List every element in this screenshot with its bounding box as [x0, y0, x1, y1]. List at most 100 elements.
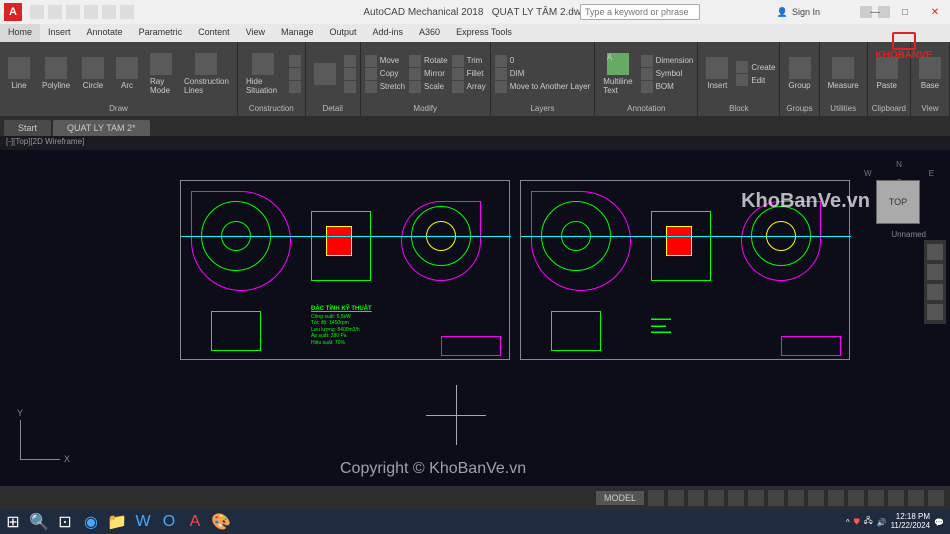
move-button[interactable]: Move: [365, 55, 405, 67]
clock-date[interactable]: 11/22/2024: [891, 522, 930, 531]
maximize-button[interactable]: □: [890, 2, 920, 22]
ortho-toggle[interactable]: [688, 490, 704, 506]
autocad-task-icon[interactable]: A: [182, 511, 208, 533]
customize-icon[interactable]: [928, 490, 944, 506]
arc-icon: [116, 57, 138, 79]
units-toggle[interactable]: [888, 490, 904, 506]
tab-parametric[interactable]: Parametric: [131, 24, 191, 42]
measure-button[interactable]: Measure: [824, 55, 863, 92]
nav-zoom-icon[interactable]: [927, 284, 943, 300]
layer-dd[interactable]: 0: [495, 55, 591, 67]
tab-home[interactable]: Home: [0, 24, 40, 42]
ray-button[interactable]: Ray Mode: [146, 51, 176, 97]
copy-button[interactable]: Copy: [365, 68, 405, 80]
create-block-button[interactable]: Create: [736, 61, 775, 73]
qat-print-icon[interactable]: [120, 5, 134, 19]
detail-button[interactable]: [310, 61, 340, 87]
otrack-toggle[interactable]: [748, 490, 764, 506]
qat-save-icon[interactable]: [66, 5, 80, 19]
symbol-button[interactable]: Symbol: [641, 68, 694, 80]
panel-detail: Detail: [306, 42, 361, 116]
grid-toggle[interactable]: [648, 490, 664, 506]
cycling-toggle[interactable]: [808, 490, 824, 506]
viewcube-label[interactable]: Unnamed: [891, 230, 926, 239]
tray-network-icon[interactable]: 🖧: [864, 515, 873, 529]
scale-button[interactable]: Scale: [409, 81, 448, 93]
qat-undo-icon[interactable]: [84, 5, 98, 19]
lwt-toggle[interactable]: [768, 490, 784, 506]
tab-annotate[interactable]: Annotate: [79, 24, 131, 42]
tab-a360[interactable]: A360: [411, 24, 448, 42]
tab-addins[interactable]: Add-ins: [365, 24, 412, 42]
qat-open-icon[interactable]: [48, 5, 62, 19]
snap-toggle[interactable]: [668, 490, 684, 506]
explorer-icon[interactable]: 📁: [104, 511, 130, 533]
viewport-label[interactable]: [-][Top][2D Wireframe]: [0, 136, 950, 150]
dim-button[interactable]: Dimension: [641, 55, 694, 67]
workspace-toggle[interactable]: [848, 490, 864, 506]
paint-icon[interactable]: 🎨: [208, 511, 234, 533]
osnap-toggle[interactable]: [728, 490, 744, 506]
stretch-button[interactable]: Stretch: [365, 81, 405, 93]
minimize-button[interactable]: —: [860, 2, 890, 22]
word-icon[interactable]: W: [130, 511, 156, 533]
search-icon[interactable]: 🔍: [26, 511, 52, 533]
nav-orbit-icon[interactable]: [927, 304, 943, 320]
viewcube[interactable]: TOP: [876, 180, 920, 224]
nav-pan-icon[interactable]: [927, 264, 943, 280]
tray-shield-icon[interactable]: ⛊: [854, 517, 860, 527]
mtext-button[interactable]: AMultiline Text: [599, 51, 636, 97]
dim-layer[interactable]: DIM: [495, 68, 591, 80]
move-layer-button[interactable]: Move to Another Layer: [495, 81, 591, 93]
circle-button[interactable]: Circle: [78, 55, 108, 92]
signin-button[interactable]: 👤Sign In: [777, 7, 820, 18]
trim-button[interactable]: Trim: [452, 55, 486, 67]
search-input[interactable]: [580, 4, 700, 20]
tab-output[interactable]: Output: [322, 24, 365, 42]
anno-toggle[interactable]: [828, 490, 844, 506]
tab-start[interactable]: Start: [4, 120, 51, 136]
tab-document[interactable]: QUAT LY TAM 2*: [53, 120, 150, 136]
app-icon[interactable]: A: [4, 3, 22, 21]
rotate-button[interactable]: Rotate: [409, 55, 448, 67]
outlook-icon[interactable]: O: [156, 511, 182, 533]
qat-new-icon[interactable]: [30, 5, 44, 19]
const-opt[interactable]: [289, 68, 301, 80]
tab-content[interactable]: Content: [190, 24, 238, 42]
bom-button[interactable]: BOM: [641, 81, 694, 93]
const-opt[interactable]: [289, 81, 301, 93]
tray-chevron-icon[interactable]: ^: [846, 518, 850, 527]
fillet-button[interactable]: Fillet: [452, 68, 486, 80]
edit-block-button[interactable]: Edit: [736, 74, 775, 86]
space-indicator[interactable]: MODEL: [596, 491, 644, 505]
drawing-canvas[interactable]: ĐẶC TÍNH KỸ THUẬT Công suất: 5,5kWTốc độ…: [0, 150, 950, 490]
quickprops[interactable]: [908, 490, 924, 506]
xline-button[interactable]: Construction Lines: [180, 51, 233, 97]
tab-express[interactable]: Express Tools: [448, 24, 520, 42]
hide-button[interactable]: Hide Situation: [242, 51, 285, 97]
mirror-button[interactable]: Mirror: [409, 68, 448, 80]
close-button[interactable]: ✕: [920, 2, 950, 22]
tray-volume-icon[interactable]: 🔊: [877, 518, 887, 527]
taskview-icon[interactable]: ⊡: [52, 511, 78, 533]
transparency-toggle[interactable]: [788, 490, 804, 506]
const-opt[interactable]: [289, 55, 301, 67]
notifications-icon[interactable]: 💬: [934, 518, 944, 527]
tab-view[interactable]: View: [238, 24, 273, 42]
polar-toggle[interactable]: [708, 490, 724, 506]
tab-insert[interactable]: Insert: [40, 24, 79, 42]
nav-wheel-icon[interactable]: [927, 244, 943, 260]
insert-button[interactable]: Insert: [702, 55, 732, 92]
arc-button[interactable]: Arc: [112, 55, 142, 92]
qat-redo-icon[interactable]: [102, 5, 116, 19]
array-button[interactable]: Array: [452, 81, 486, 93]
polyline-button[interactable]: Polyline: [38, 55, 74, 92]
tab-manage[interactable]: Manage: [273, 24, 322, 42]
edge-icon[interactable]: ◉: [78, 511, 104, 533]
system-tray: ^ ⛊ 🖧 🔊 12:18 PM 11/22/2024 💬: [846, 513, 950, 531]
start-button[interactable]: ⊞: [0, 511, 26, 533]
group-button[interactable]: Group: [784, 55, 814, 92]
line-button[interactable]: Line: [4, 55, 34, 92]
windows-taskbar: ⊞ 🔍 ⊡ ◉ 📁 W O A 🎨 ^ ⛊ 🖧 🔊 12:18 PM 11/22…: [0, 510, 950, 534]
anno-monitor[interactable]: [868, 490, 884, 506]
